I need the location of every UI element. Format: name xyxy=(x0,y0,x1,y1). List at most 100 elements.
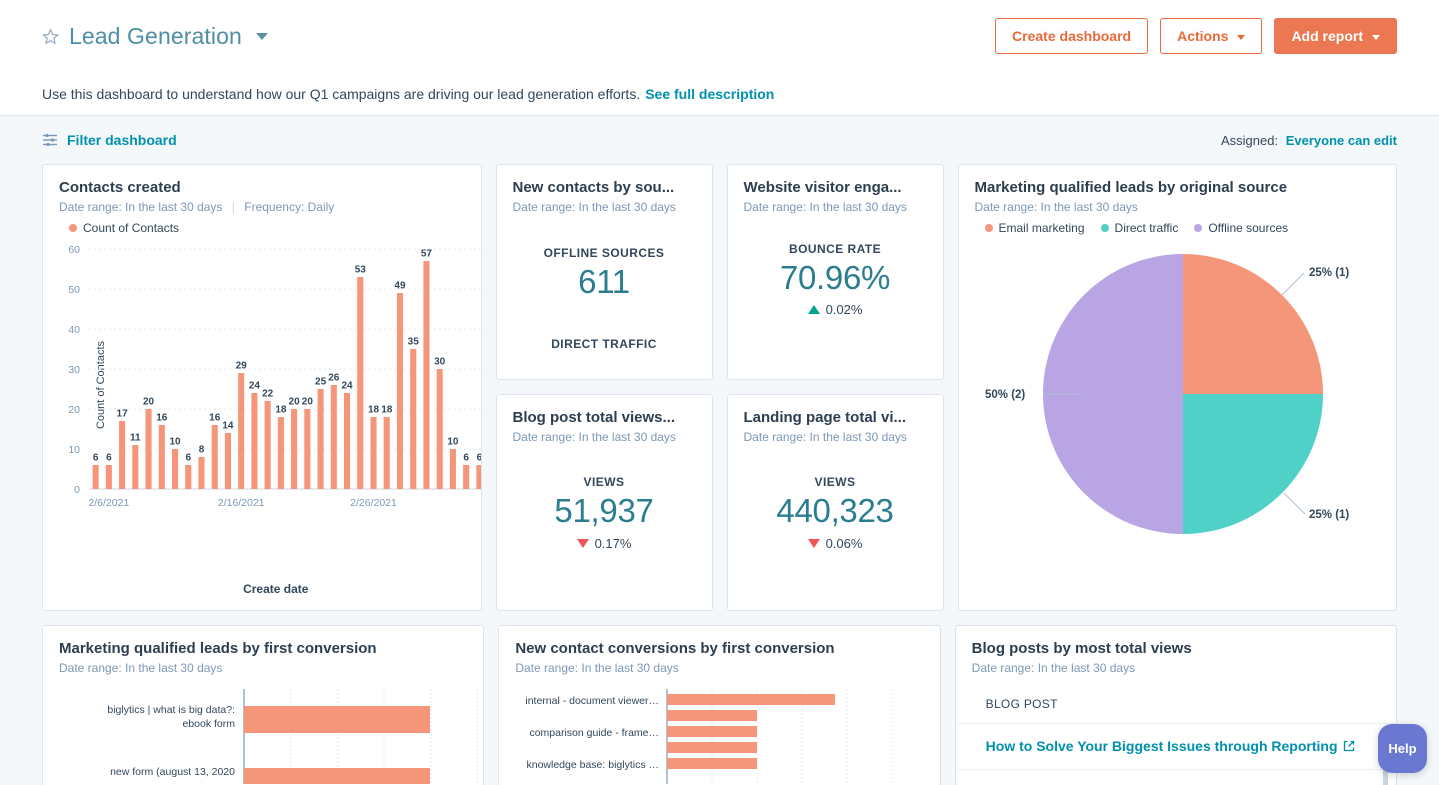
svg-text:6: 6 xyxy=(185,453,191,464)
chevron-down-icon xyxy=(1237,34,1246,40)
chevron-down-icon[interactable] xyxy=(255,32,268,40)
svg-text:20: 20 xyxy=(302,397,314,408)
new-contact-conversions-chart: internal - document viewer… comparison g… xyxy=(499,689,939,784)
pie-chart-area: 25% (1) 25% (1) 50% (2) xyxy=(959,235,1397,610)
card-subtitle: Date range: In the last 30 days | Freque… xyxy=(43,196,481,214)
svg-text:18: 18 xyxy=(381,405,393,416)
kpi-body: VIEWS 440,323 0.06% xyxy=(728,444,943,610)
card-frequency: Frequency: Daily xyxy=(244,200,335,214)
subtitle-separator: | xyxy=(231,200,235,214)
kpi-delta: 0.06% xyxy=(807,536,862,551)
svg-text:20: 20 xyxy=(143,397,155,408)
hbar-category-label-1: internal - document viewer… xyxy=(526,695,660,707)
actions-button[interactable]: Actions xyxy=(1160,18,1263,54)
card-date-range: Date range: In the last 30 days xyxy=(971,661,1136,675)
card-date-range: Date range: In the last 30 days xyxy=(743,200,907,214)
help-button[interactable]: Help xyxy=(1378,724,1427,773)
trend-down-icon xyxy=(807,538,820,548)
svg-text:24: 24 xyxy=(341,381,353,392)
card-date-range: Date range: In the last 30 days xyxy=(974,200,1138,214)
blog-post-link[interactable]: How to Solve Your Biggest Issues through… xyxy=(986,738,1338,754)
svg-text:10: 10 xyxy=(169,437,181,448)
hbar-1[interactable] xyxy=(667,694,836,705)
table-column-header: BLOG POST xyxy=(955,681,1396,724)
create-dashboard-button[interactable]: Create dashboard xyxy=(995,18,1149,54)
card-date-range: Date range: In the last 30 days xyxy=(59,200,223,214)
card-mql-by-first-conversion: Marketing qualified leads by first conve… xyxy=(42,625,485,785)
svg-text:50: 50 xyxy=(68,284,80,296)
filter-dashboard-button[interactable]: Filter dashboard xyxy=(42,132,177,148)
assigned-info: Assigned: Everyone can edit xyxy=(1221,133,1397,148)
kpi-label: VIEWS xyxy=(583,475,625,490)
hbar-5[interactable] xyxy=(667,758,758,769)
hbar-category-label-2: comparison guide - frame… xyxy=(530,727,660,739)
kpi-value: 611 xyxy=(578,263,630,301)
card-website-visitor-engagement: Website visitor enga... Date range: In t… xyxy=(726,164,944,380)
card-title: Contacts created xyxy=(59,179,181,196)
card-new-contacts-by-source: New contacts by sou... Date range: In th… xyxy=(495,164,713,380)
chart-legend: Count of Contacts xyxy=(43,214,481,235)
hbar-1[interactable] xyxy=(244,706,430,733)
star-icon[interactable] xyxy=(41,27,60,45)
dashboard-title-group: Lead Generation xyxy=(41,23,268,50)
svg-text:8: 8 xyxy=(199,445,205,456)
hbar-4[interactable] xyxy=(667,742,758,753)
card-mql-by-original-source: Marketing qualified leads by original so… xyxy=(957,164,1397,611)
mql-first-conversion-chart: biglytics | what is big data?: ebook for… xyxy=(43,689,483,785)
add-report-button[interactable]: Add report xyxy=(1274,18,1397,54)
svg-text:16: 16 xyxy=(156,413,168,424)
card-date-range: Date range: In the last 30 days xyxy=(59,661,223,675)
assigned-value-link[interactable]: Everyone can edit xyxy=(1286,133,1397,148)
card-date-range: Date range: In the last 30 days xyxy=(743,430,907,444)
svg-text:60: 60 xyxy=(68,244,80,256)
kpi-row-2: Blog post total views... Date range: In … xyxy=(495,394,944,611)
kpi-label: OFFLINE SOURCES xyxy=(543,246,665,261)
svg-text:16: 16 xyxy=(209,413,221,424)
svg-text:17: 17 xyxy=(117,409,129,420)
card-title: Landing page total vi... xyxy=(743,409,907,426)
card-date-range: Date range: In the last 30 days xyxy=(512,200,676,214)
svg-text:18: 18 xyxy=(368,405,380,416)
trend-up-icon xyxy=(807,305,820,315)
page-title[interactable]: Lead Generation xyxy=(69,23,242,50)
svg-text:29: 29 xyxy=(236,361,248,372)
hbar-2[interactable] xyxy=(667,710,758,721)
header-actions: Create dashboard Actions Add report xyxy=(995,18,1397,54)
external-link-icon[interactable] xyxy=(1343,739,1355,755)
card-title: Website visitor enga... xyxy=(743,179,902,196)
pie-chart-svg: 25% (1) 25% (1) 50% (2) xyxy=(985,254,1349,534)
sliders-icon xyxy=(42,132,58,148)
svg-text:6: 6 xyxy=(106,453,112,464)
svg-text:26: 26 xyxy=(328,373,340,384)
kpi-delta: 0.17% xyxy=(576,536,631,551)
kpi-label: BOUNCE RATE xyxy=(788,241,882,256)
kpi-column-group: New contacts by sou... Date range: In th… xyxy=(495,164,944,611)
chevron-down-icon xyxy=(1372,34,1380,40)
hbar-2[interactable] xyxy=(244,768,430,785)
hbar-category-label-1a: biglytics | what is big data?: xyxy=(107,704,235,716)
kpi-value: 70.96% xyxy=(779,258,891,296)
svg-text:6: 6 xyxy=(477,453,482,464)
app-header: Lead Generation Create dashboard Actions… xyxy=(0,0,1439,72)
table-row: Market Analysis for High Tech xyxy=(956,770,1396,785)
svg-text:0: 0 xyxy=(74,484,80,496)
kpi-body: VIEWS 51,937 0.17% xyxy=(497,444,712,610)
dashboard-row-1: Contacts created Date range: In the last… xyxy=(42,164,1397,611)
actions-button-label: Actions xyxy=(1177,28,1229,44)
card-blog-posts-by-views: Blog posts by most total views Date rang… xyxy=(954,625,1397,785)
svg-text:35: 35 xyxy=(408,337,420,348)
hbar-chart-svg-1: biglytics | what is big data?: ebook for… xyxy=(107,689,478,785)
card-landing-page-total-views: Landing page total vi... Date range: In … xyxy=(726,394,944,611)
pie-leader-line xyxy=(1281,272,1304,296)
svg-text:25: 25 xyxy=(315,377,327,388)
assigned-label: Assigned: xyxy=(1221,132,1279,148)
svg-text:53: 53 xyxy=(355,265,367,276)
svg-text:40: 40 xyxy=(68,324,80,336)
hbar-3[interactable] xyxy=(667,726,758,737)
legend-item[interactable]: Count of Contacts xyxy=(69,221,179,235)
see-full-description-link[interactable]: See full description xyxy=(645,86,774,102)
svg-text:20: 20 xyxy=(68,404,80,416)
card-title: New contacts by sou... xyxy=(512,179,675,196)
pie-slice-direct-traffic[interactable] xyxy=(1182,394,1323,534)
kpi-body: OFFLINE SOURCES 611 xyxy=(497,214,712,335)
